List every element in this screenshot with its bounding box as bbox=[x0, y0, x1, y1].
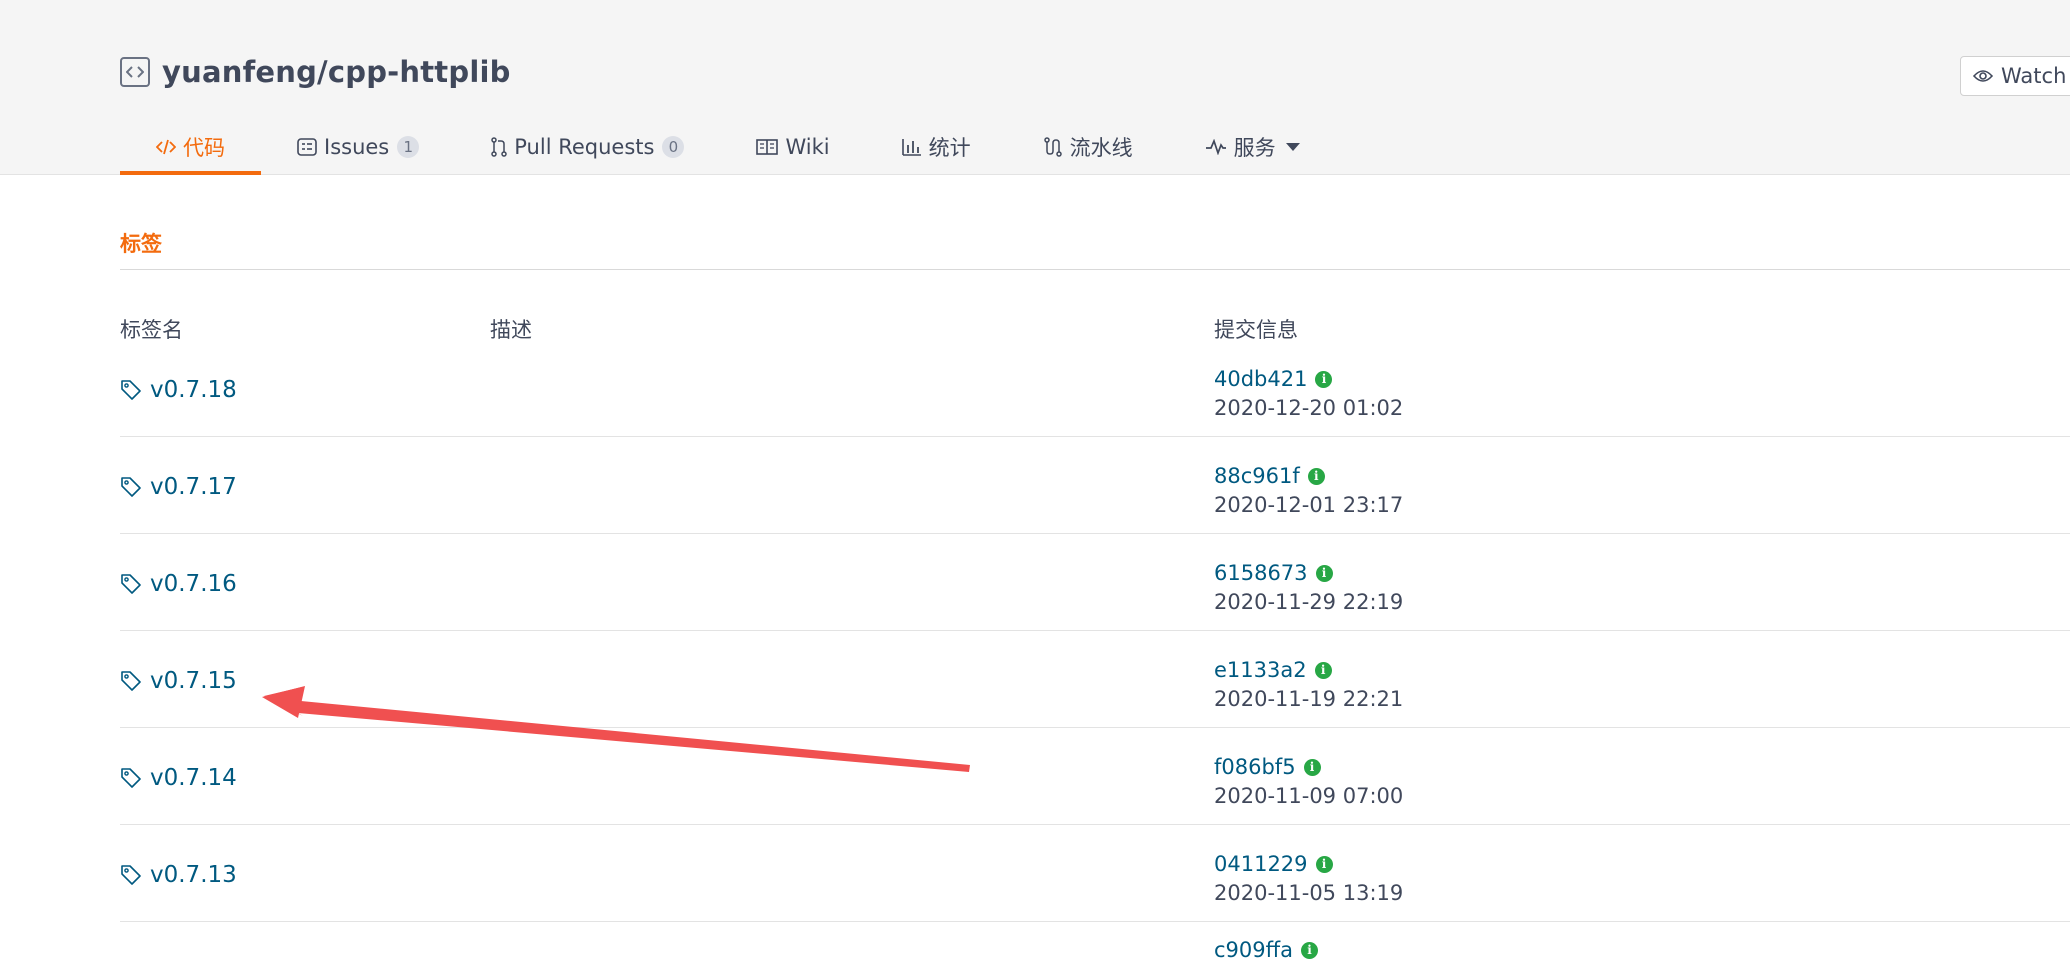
commit-date: 2020-11-09 07:00 bbox=[1214, 784, 1404, 808]
issues-count-badge: 1 bbox=[397, 136, 420, 158]
commit-info: c909ffa i bbox=[1214, 937, 1318, 963]
tab-services[interactable]: 服务 bbox=[1169, 122, 1336, 172]
commit-date: 2020-11-29 22:19 bbox=[1214, 590, 1404, 614]
tab-label: 流水线 bbox=[1069, 136, 1133, 160]
table-row: c909ffa i bbox=[120, 922, 2070, 962]
tags-table: v0.7.18 40db421 i 2020-12-20 01:02 v0.7.… bbox=[120, 340, 2070, 962]
commit-hash-link[interactable]: 88c961f bbox=[1214, 464, 1300, 488]
eye-icon bbox=[1972, 64, 1994, 88]
bar-chart-icon bbox=[901, 138, 922, 156]
commit-hash-link[interactable]: 6158673 bbox=[1214, 561, 1308, 585]
pull-requests-count-badge: 0 bbox=[662, 136, 685, 158]
commit-date: 2020-11-05 13:19 bbox=[1214, 881, 1404, 905]
tab-label: 统计 bbox=[928, 136, 971, 160]
commit-hash-link[interactable]: c909ffa bbox=[1214, 938, 1293, 962]
chevron-down-icon bbox=[1285, 143, 1300, 151]
tag-link[interactable]: v0.7.18 bbox=[120, 377, 237, 403]
tab-label: 服务 bbox=[1233, 136, 1276, 160]
section-title: 标签 bbox=[120, 232, 162, 256]
tag-name: v0.7.17 bbox=[150, 474, 237, 500]
repo-tabs: 代码 Issues 1 Pull Requests 0 Wiki 统计 流水线 … bbox=[120, 122, 1336, 175]
info-icon[interactable]: i bbox=[1315, 855, 1333, 873]
tag-icon bbox=[120, 573, 142, 595]
table-row: v0.7.13 0411229 i 2020-11-05 13:19 bbox=[120, 825, 2070, 922]
commit-hash-link[interactable]: e1133a2 bbox=[1214, 658, 1307, 682]
commit-info: 40db421 i 2020-12-20 01:02 bbox=[1214, 366, 1403, 420]
table-row: v0.7.16 6158673 i 2020-11-29 22:19 bbox=[120, 534, 2070, 631]
tab-label: Wiki bbox=[785, 135, 830, 159]
tag-icon bbox=[120, 864, 142, 886]
divider bbox=[120, 269, 2070, 270]
commit-info: f086bf5 i 2020-11-09 07:00 bbox=[1214, 754, 1403, 808]
table-row: v0.7.17 88c961f i 2020-12-01 23:17 bbox=[120, 437, 2070, 534]
tab-label: Pull Requests bbox=[514, 135, 655, 159]
tag-icon bbox=[120, 670, 142, 692]
tag-icon bbox=[120, 767, 142, 789]
tag-name: v0.7.18 bbox=[150, 377, 237, 403]
book-icon bbox=[756, 139, 779, 155]
tag-link[interactable]: v0.7.14 bbox=[120, 765, 237, 791]
watch-label: Watch bbox=[2001, 64, 2067, 88]
info-icon[interactable]: i bbox=[1307, 467, 1325, 485]
commit-date: 2020-11-19 22:21 bbox=[1214, 687, 1404, 711]
tab-code[interactable]: 代码 bbox=[120, 122, 261, 175]
repo-header: yuanfeng/cpp-httplib Watch ▼ 代码 bbox=[0, 0, 2070, 175]
commit-hash-link[interactable]: 0411229 bbox=[1214, 852, 1308, 876]
commit-info: 88c961f i 2020-12-01 23:17 bbox=[1214, 463, 1403, 517]
info-icon[interactable]: i bbox=[1303, 758, 1321, 776]
tag-link[interactable]: v0.7.17 bbox=[120, 474, 237, 500]
tag-name: v0.7.13 bbox=[150, 862, 237, 888]
tag-link[interactable]: v0.7.15 bbox=[120, 668, 237, 694]
info-icon[interactable]: i bbox=[1315, 564, 1333, 582]
pull-request-icon bbox=[491, 137, 507, 157]
commit-hash-link[interactable]: 40db421 bbox=[1214, 367, 1307, 391]
commit-hash-link[interactable]: f086bf5 bbox=[1214, 755, 1296, 779]
tag-name: v0.7.15 bbox=[150, 668, 237, 694]
table-row: v0.7.18 40db421 i 2020-12-20 01:02 bbox=[120, 340, 2070, 437]
tag-icon bbox=[120, 476, 142, 498]
tag-link[interactable]: v0.7.16 bbox=[120, 571, 237, 597]
tab-pull-requests[interactable]: Pull Requests 0 bbox=[455, 122, 720, 172]
tag-name: v0.7.14 bbox=[150, 765, 237, 791]
tab-pipeline[interactable]: 流水线 bbox=[1007, 122, 1169, 172]
info-icon[interactable]: i bbox=[1315, 370, 1333, 388]
tag-link[interactable]: v0.7.13 bbox=[120, 862, 237, 888]
code-repo-icon bbox=[120, 57, 150, 87]
info-icon[interactable]: i bbox=[1314, 661, 1332, 679]
commit-date: 2020-12-20 01:02 bbox=[1214, 396, 1404, 420]
tab-label: Issues bbox=[324, 135, 390, 159]
table-row: v0.7.15 e1133a2 i 2020-11-19 22:21 bbox=[120, 631, 2070, 728]
table-row: v0.7.14 f086bf5 i 2020-11-09 07:00 bbox=[120, 728, 2070, 825]
commit-date: 2020-12-01 23:17 bbox=[1214, 493, 1404, 517]
tag-name: v0.7.16 bbox=[150, 571, 237, 597]
tab-wiki[interactable]: Wiki bbox=[720, 122, 865, 172]
tab-issues[interactable]: Issues 1 bbox=[261, 122, 455, 172]
code-icon bbox=[156, 139, 176, 155]
repo-name-link[interactable]: yuanfeng/cpp-httplib bbox=[162, 55, 511, 89]
watch-button[interactable]: Watch ▼ bbox=[1960, 56, 2070, 96]
repo-title: yuanfeng/cpp-httplib bbox=[120, 52, 511, 92]
tag-icon bbox=[120, 379, 142, 401]
tab-statistics[interactable]: 统计 bbox=[866, 122, 1007, 172]
tab-label: 代码 bbox=[183, 136, 225, 160]
info-icon[interactable]: i bbox=[1300, 941, 1318, 959]
commit-info: 0411229 i 2020-11-05 13:19 bbox=[1214, 851, 1403, 905]
pipeline-icon bbox=[1043, 137, 1063, 157]
commit-info: e1133a2 i 2020-11-19 22:21 bbox=[1214, 657, 1403, 711]
issues-icon bbox=[297, 138, 317, 156]
commit-info: 6158673 i 2020-11-29 22:19 bbox=[1214, 560, 1403, 614]
pulse-icon bbox=[1205, 139, 1227, 155]
